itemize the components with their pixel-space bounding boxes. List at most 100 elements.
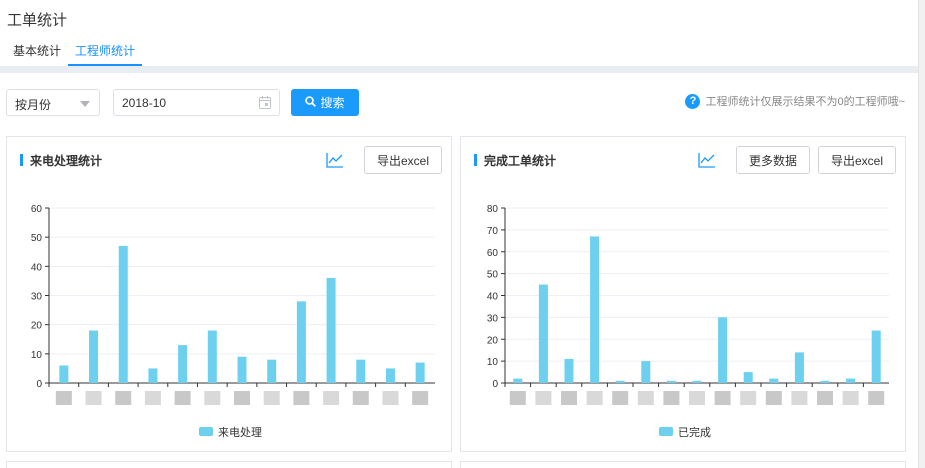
- next-panel-edge: [460, 461, 906, 468]
- legend[interactable]: 来电处理: [199, 426, 262, 439]
- y-tick-label: 50: [31, 233, 43, 244]
- x-tick-label-redacted: [144, 391, 161, 405]
- panel-actions: 更多数据 导出excel: [696, 146, 896, 174]
- x-tick-label-redacted: [791, 391, 808, 405]
- period-select-value: 按月份: [15, 98, 52, 112]
- bar[interactable]: [846, 378, 856, 383]
- x-tick-label-redacted: [663, 391, 680, 405]
- y-tick-label: 60: [31, 204, 43, 215]
- completed-orders-bar-chart: 0 10 20 30 40 50 60 70 80 已完成: [487, 204, 889, 439]
- bar[interactable]: [564, 358, 574, 383]
- calendar-icon: [259, 96, 271, 112]
- bar[interactable]: [769, 378, 779, 383]
- bar[interactable]: [718, 317, 728, 383]
- y-tick-label: 30: [31, 292, 43, 303]
- bar[interactable]: [89, 330, 99, 384]
- search-icon: [305, 95, 317, 110]
- bar[interactable]: [356, 359, 366, 383]
- bar[interactable]: [794, 352, 804, 383]
- y-tick-label: 0: [492, 379, 498, 390]
- date-picker-input[interactable]: 2018-10: [113, 89, 280, 116]
- bar[interactable]: [385, 368, 395, 383]
- x-tick-label-redacted: [382, 391, 399, 405]
- x-tick-label-redacted: [293, 391, 310, 405]
- engineer-hint: ? 工程师统计仅展示结果不为0的工程师哦~: [685, 93, 905, 109]
- export-excel-button[interactable]: 导出excel: [363, 146, 442, 174]
- bar[interactable]: [415, 362, 425, 383]
- bar[interactable]: [513, 378, 523, 383]
- bar[interactable]: [692, 380, 702, 383]
- bar[interactable]: [615, 380, 625, 383]
- line-chart-icon[interactable]: [696, 149, 718, 171]
- page-title: 工单统计: [7, 12, 68, 29]
- y-tick-label: 60: [487, 248, 499, 259]
- x-tick-label-redacted: [174, 391, 191, 405]
- y-tick-label: 40: [31, 262, 43, 273]
- x-tick-label-redacted: [412, 391, 429, 405]
- x-tick-label-redacted: [817, 391, 833, 405]
- call-handling-bar-chart: 0 10 20 30 40 50 60 来电处理: [31, 204, 435, 439]
- bar[interactable]: [178, 345, 188, 383]
- x-tick-label-redacted: [352, 391, 369, 405]
- more-data-button[interactable]: 更多数据: [735, 146, 810, 174]
- x-tick-label-redacted: [55, 391, 72, 405]
- bar[interactable]: [820, 380, 830, 383]
- panel-header: 来电处理统计 导出excel: [7, 137, 451, 183]
- bar[interactable]: [871, 330, 881, 384]
- bar[interactable]: [207, 330, 217, 384]
- bar[interactable]: [267, 359, 277, 383]
- bar[interactable]: [118, 245, 128, 383]
- bar[interactable]: [59, 365, 69, 384]
- line-chart-icon[interactable]: [324, 149, 346, 171]
- title-marker: [20, 154, 23, 166]
- title-marker: [474, 154, 477, 166]
- hint-text: 工程师统计仅展示结果不为0的工程师哦~: [705, 96, 905, 108]
- export-excel-button[interactable]: 导出excel: [817, 146, 896, 174]
- y-tick-label: 0: [36, 379, 42, 390]
- x-tick-label-redacted: [535, 391, 552, 405]
- x-tick-label-redacted: [612, 391, 629, 405]
- x-tick-label-redacted: [689, 391, 705, 405]
- next-panel-edge: [6, 461, 452, 468]
- date-value: 2018-10: [122, 96, 167, 110]
- bar[interactable]: [296, 301, 306, 383]
- x-tick-label-redacted: [509, 391, 526, 405]
- search-button[interactable]: 搜索: [291, 89, 359, 116]
- x-tick-label-redacted: [586, 391, 603, 405]
- x-tick-label-redacted: [115, 391, 132, 405]
- x-tick-label-redacted: [561, 391, 577, 405]
- bar[interactable]: [666, 380, 676, 383]
- completed-orders-panel: 完成工单统计 更多数据 导出excel 0 10 20 30 40 50 60 70 80 已完成: [460, 136, 906, 452]
- legend-label: 来电处理: [218, 426, 262, 439]
- bar[interactable]: [641, 361, 651, 383]
- period-select[interactable]: 按月份: [6, 89, 100, 116]
- y-tick-label: 10: [31, 350, 43, 361]
- x-tick-label-redacted: [637, 391, 654, 405]
- x-tick-label-redacted: [868, 391, 885, 405]
- panel-header: 完成工单统计 更多数据 导出excel: [461, 137, 905, 183]
- x-tick-label-redacted: [765, 391, 782, 405]
- y-tick-label: 20: [487, 335, 499, 346]
- bar[interactable]: [538, 284, 548, 383]
- bar[interactable]: [148, 368, 158, 383]
- legend-label: 已完成: [678, 425, 711, 439]
- y-tick-label: 20: [31, 321, 43, 332]
- y-tick-label: 80: [487, 204, 499, 215]
- legend[interactable]: 已完成: [659, 425, 711, 439]
- tab-engineer-stats[interactable]: 工程师统计: [68, 38, 143, 66]
- search-label: 搜索: [320, 96, 345, 110]
- tab-basic-stats[interactable]: 基本统计: [7, 38, 68, 66]
- section-divider: [0, 66, 918, 73]
- bar[interactable]: [743, 372, 753, 383]
- bar[interactable]: [237, 356, 247, 383]
- bar[interactable]: [326, 278, 336, 383]
- bar[interactable]: [590, 236, 600, 383]
- page-scrollbar[interactable]: [918, 0, 925, 468]
- y-tick-label: 50: [487, 270, 499, 281]
- x-tick-label-redacted: [740, 391, 757, 405]
- tab-bar: 基本统计 工程师统计: [0, 38, 143, 66]
- panel-actions: 导出excel: [324, 146, 442, 174]
- y-tick-label: 10: [487, 357, 499, 368]
- question-icon[interactable]: ?: [685, 93, 701, 109]
- y-tick-label: 40: [487, 292, 499, 303]
